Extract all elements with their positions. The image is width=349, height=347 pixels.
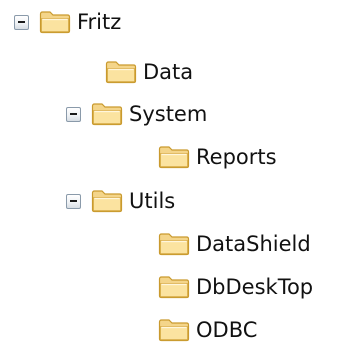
- tree-node-label: Reports: [196, 145, 277, 169]
- tree-node-label: Data: [143, 60, 194, 84]
- collapse-minus-icon[interactable]: [66, 106, 81, 122]
- tree-node-reports[interactable]: Reports: [158, 141, 277, 173]
- tree-node-label: ODBC: [196, 318, 258, 342]
- tree-node-system[interactable]: System: [66, 98, 207, 130]
- folder-icon: [158, 233, 190, 256]
- tree-node-utils[interactable]: Utils: [66, 185, 175, 217]
- tree-node-label: Fritz: [77, 10, 122, 34]
- tree-node-datashield[interactable]: DataShield: [158, 228, 311, 260]
- collapse-minus-icon[interactable]: [14, 14, 29, 30]
- folder-icon: [158, 276, 190, 299]
- tree-node-dbdesktop[interactable]: DbDeskTop: [158, 271, 313, 303]
- folder-icon: [105, 61, 137, 84]
- collapse-minus-icon[interactable]: [66, 193, 81, 209]
- folder-tree: Fritz Data System Reports Utils DataShie…: [0, 0, 349, 347]
- tree-node-data[interactable]: Data: [105, 56, 193, 88]
- tree-node-odbc[interactable]: ODBC: [158, 314, 257, 346]
- folder-icon: [91, 190, 123, 213]
- tree-node-label: DbDeskTop: [196, 275, 314, 299]
- tree-node-label: DataShield: [196, 232, 311, 256]
- tree-node-label: System: [129, 102, 208, 126]
- tree-node-fritz[interactable]: Fritz: [14, 6, 121, 38]
- folder-icon: [158, 319, 190, 342]
- folder-icon: [91, 103, 123, 126]
- folder-icon: [39, 11, 71, 34]
- tree-node-label: Utils: [129, 189, 176, 213]
- folder-icon: [158, 146, 190, 169]
